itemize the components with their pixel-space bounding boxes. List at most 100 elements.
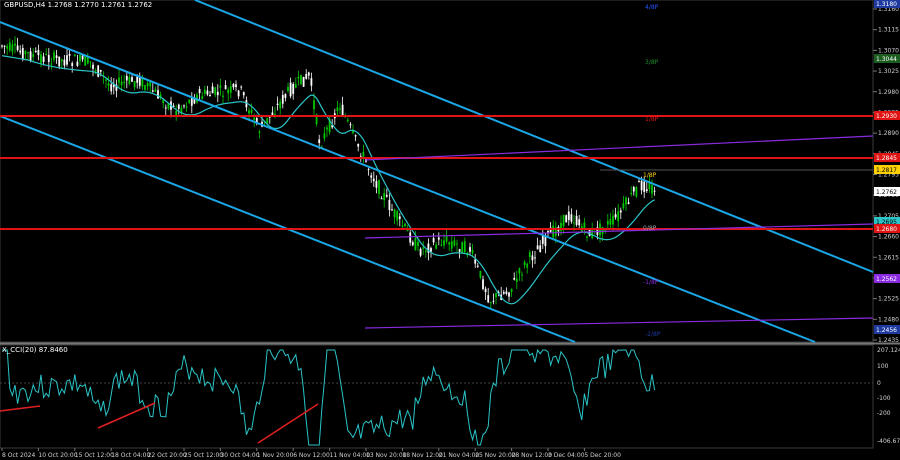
candle-body — [58, 56, 61, 67]
candle-body — [448, 242, 451, 245]
candle-body — [151, 90, 154, 92]
trading-chart[interactable]: GBPUSD,H4 1.2768 1.2770 1.2761 1.2762 X_… — [0, 0, 900, 460]
price-tag-label: 1.2680 — [876, 226, 897, 233]
candle-body — [393, 209, 396, 218]
candle-body — [630, 192, 633, 195]
candle-body — [27, 52, 29, 54]
candle-body — [492, 300, 495, 302]
candle-body — [370, 175, 373, 178]
candle-body — [388, 199, 391, 211]
candle-body — [16, 45, 19, 51]
candle-body — [565, 215, 568, 223]
candle-body — [419, 248, 422, 256]
candle-body — [552, 225, 555, 238]
candle-body — [29, 51, 32, 61]
cci-tick-label: 207.1248 — [877, 347, 900, 354]
candle-body — [14, 43, 16, 46]
candle-body — [531, 255, 534, 261]
candle-body — [474, 259, 477, 264]
cci-tick-label: -100 — [877, 395, 891, 402]
cci-tick-label: 100 — [877, 363, 889, 370]
candle-body — [6, 46, 9, 49]
time-tick-label: 18 Nov 12:00 — [402, 452, 443, 459]
candle-body — [578, 219, 581, 226]
candle-body — [32, 54, 35, 57]
candle-body — [154, 89, 157, 92]
candle-body — [380, 198, 383, 200]
time-tick-label: 15 Oct 12:00 — [75, 452, 114, 459]
candle-body — [118, 77, 120, 83]
candle-body — [60, 59, 63, 62]
candle-body — [521, 274, 523, 276]
candle-body — [289, 82, 292, 97]
candle-body — [297, 76, 300, 79]
candle-body — [307, 72, 310, 76]
candle-body — [21, 47, 24, 60]
candle-body — [302, 76, 305, 87]
candle-body — [536, 245, 539, 250]
candle-body — [63, 59, 66, 66]
candle-body — [341, 104, 344, 116]
candle-body — [227, 89, 230, 94]
candle-body — [562, 214, 565, 227]
candle-body — [526, 263, 529, 268]
candle-body — [149, 82, 152, 87]
candle-body — [479, 270, 482, 278]
candle-body — [606, 220, 609, 225]
candle-body — [404, 223, 406, 227]
candle-body — [292, 83, 295, 94]
price-tick-label: 1.2435 — [878, 337, 899, 344]
candle-body — [432, 237, 435, 243]
price-tick-label: 1.2480 — [878, 316, 899, 323]
candle-body — [450, 241, 453, 249]
candle-body — [258, 131, 261, 133]
candle-body — [242, 92, 245, 96]
candle-body — [541, 235, 544, 244]
price-tag-label: 1.3180 — [876, 1, 897, 8]
candle-body — [489, 302, 492, 304]
candle-body — [640, 180, 643, 191]
candle-body — [1, 45, 3, 47]
time-tick-label: 28 Nov 12:00 — [512, 452, 553, 459]
price-tag-label: 1.2930 — [876, 113, 897, 120]
candle-body — [42, 56, 45, 63]
candle-body — [81, 55, 84, 60]
candle-body — [476, 265, 479, 267]
candle-body — [99, 70, 102, 72]
candle-body — [484, 288, 487, 293]
candle-body — [414, 237, 417, 251]
candle-body — [318, 139, 321, 144]
candle-body — [55, 55, 58, 58]
candle-body — [162, 99, 165, 104]
price-tick-label: 1.2980 — [878, 89, 899, 96]
candle-body — [235, 84, 237, 88]
candle-body — [203, 89, 206, 94]
candle-body — [638, 181, 640, 183]
candle-body — [68, 53, 71, 56]
murrey-level-label: -2/8P — [645, 331, 661, 338]
price-tick-label: 1.3025 — [878, 68, 899, 75]
candle-body — [305, 74, 308, 79]
candle-body — [294, 84, 297, 88]
time-tick-label: 21 Nov 04:00 — [439, 452, 480, 459]
candle-body — [206, 90, 209, 95]
candle-body — [645, 189, 648, 191]
price-tag-label: 1.2762 — [876, 189, 897, 196]
candle-body — [76, 61, 79, 66]
candle-body — [131, 77, 133, 82]
candle-body — [185, 106, 188, 108]
candle-body — [575, 215, 578, 225]
candle-body — [339, 108, 341, 110]
time-tick-label: 22 Oct 20:00 — [148, 452, 187, 459]
candle-body — [461, 242, 464, 254]
time-tick-label: 25 Oct 12:00 — [184, 452, 223, 459]
candle-body — [534, 257, 536, 259]
candle-body — [19, 50, 22, 53]
murrey-level-label: 1/8P — [645, 116, 659, 123]
candle-body — [401, 225, 404, 227]
candle-body — [617, 211, 620, 222]
candle-body — [357, 143, 360, 147]
candle-body — [209, 94, 211, 97]
candle-body — [424, 250, 427, 252]
candle-body — [411, 242, 414, 246]
